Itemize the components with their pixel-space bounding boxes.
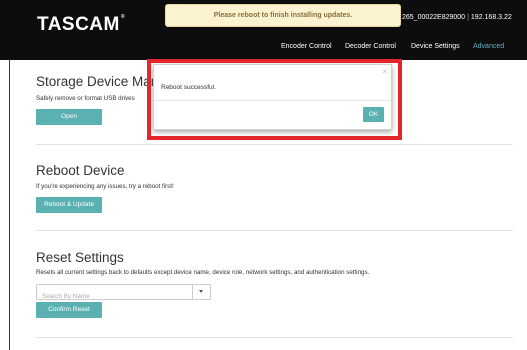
reset-title: Reset Settings [36, 250, 124, 265]
device-info-separator: | [467, 14, 469, 21]
section-divider [36, 230, 513, 231]
registered-mark: ® [120, 14, 126, 20]
dropdown-toggle[interactable] [192, 285, 210, 299]
reboot-notice-banner: Please reboot to finish installing updat… [165, 4, 401, 27]
device-info: 265_00022E829000 | 192.168.3.22 [402, 14, 512, 21]
tascam-logo: TASCAM® [37, 14, 125, 36]
nav-device-settings[interactable]: Device Settings [411, 43, 460, 50]
caret-down-icon [199, 290, 203, 293]
modal-divider [154, 100, 391, 101]
left-border [9, 60, 10, 350]
reboot-update-button[interactable]: Reboot & Update [36, 197, 102, 213]
close-icon[interactable]: × [382, 67, 387, 76]
modal-message: Reboot successful. [161, 84, 216, 91]
device-name: 265_00022E829000 [402, 14, 466, 21]
storage-desc: Safely remove or format USB drives [36, 95, 135, 102]
device-ip: 192.168.3.22 [470, 14, 512, 21]
nav-decoder-control[interactable]: Decoder Control [345, 43, 396, 50]
nav-encoder-control[interactable]: Encoder Control [281, 43, 332, 50]
logo-text: TASCAM [37, 14, 120, 35]
reboot-success-modal: × Reboot successful. OK [153, 64, 392, 130]
confirm-reset-button[interactable]: Confirm Reset [36, 302, 102, 318]
reboot-desc: If you're experiencing any issues, try a… [36, 183, 174, 190]
search-select[interactable] [36, 284, 211, 304]
ok-button[interactable]: OK [363, 107, 384, 122]
reset-desc: Resets all current settings back to defa… [36, 269, 370, 276]
section-divider [36, 144, 513, 145]
nav-advanced[interactable]: Advanced [473, 43, 504, 50]
reboot-title: Reboot Device [36, 163, 125, 178]
section-divider [36, 337, 513, 338]
open-button[interactable]: Open [36, 109, 102, 125]
top-bar: TASCAM® Please reboot to finish installi… [0, 0, 527, 60]
main-nav: Encoder Control Decoder Control Device S… [0, 43, 527, 57]
